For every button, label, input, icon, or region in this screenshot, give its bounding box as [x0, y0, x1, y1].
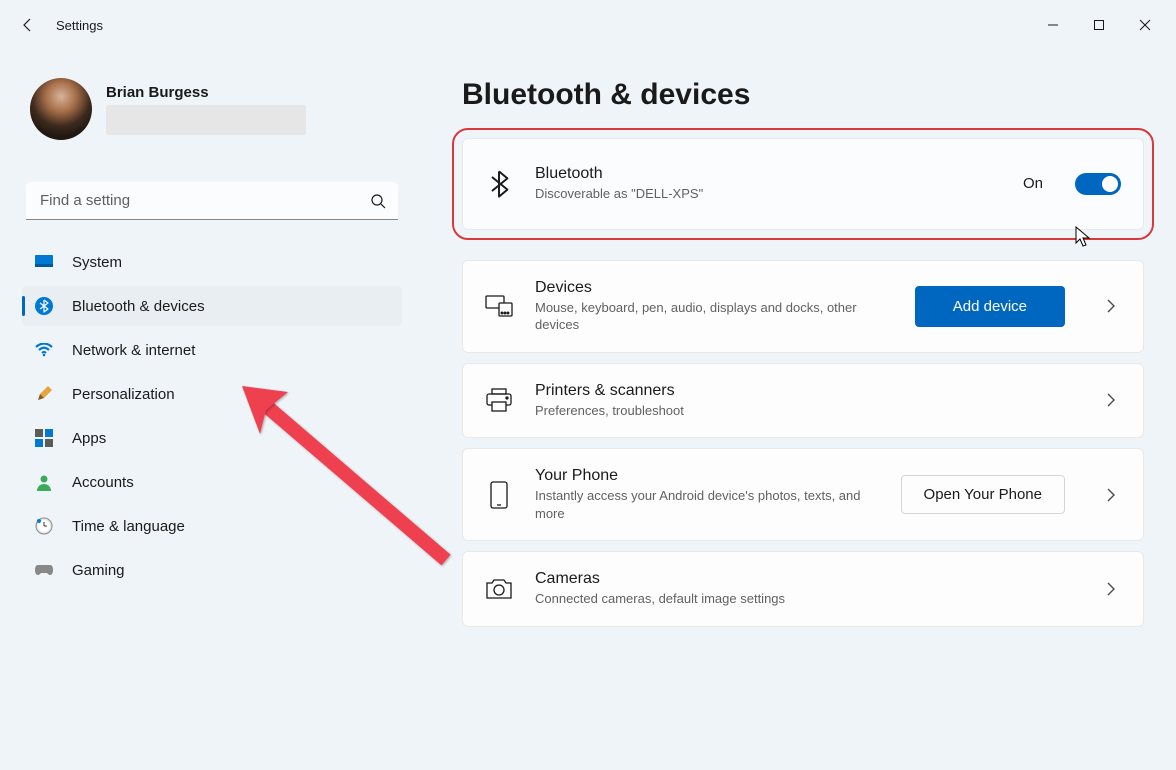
devices-icon: [485, 295, 513, 317]
sidebar-item-accounts[interactable]: Accounts: [22, 462, 402, 502]
camera-icon: [485, 578, 513, 600]
titlebar: Settings: [0, 0, 1176, 50]
card-subtitle: Discoverable as "DELL-XPS": [535, 185, 1001, 203]
avatar: [30, 78, 92, 140]
open-your-phone-button[interactable]: Open Your Phone: [901, 475, 1065, 514]
sidebar-item-apps[interactable]: Apps: [22, 418, 402, 458]
printer-icon: [485, 388, 513, 412]
sidebar-item-bluetooth[interactable]: Bluetooth & devices: [22, 286, 402, 326]
page-title: Bluetooth & devices: [462, 78, 1144, 112]
sidebar: Brian Burgess System Bluetooth & devices…: [12, 50, 412, 770]
sidebar-item-label: Gaming: [72, 562, 125, 579]
window-controls: [1030, 9, 1168, 41]
sidebar-item-personalization[interactable]: Personalization: [22, 374, 402, 414]
card-title: Cameras: [535, 570, 1065, 588]
sidebar-item-label: Bluetooth & devices: [72, 298, 205, 315]
sidebar-item-label: Network & internet: [72, 342, 195, 359]
card-subtitle: Preferences, troubleshoot: [535, 402, 1065, 420]
back-button[interactable]: [8, 5, 48, 45]
bluetooth-toggle[interactable]: [1075, 173, 1121, 195]
card-subtitle: Connected cameras, default image setting…: [535, 590, 1065, 608]
nav-list: System Bluetooth & devices Network & int…: [22, 242, 402, 590]
wifi-icon: [34, 340, 54, 360]
gamepad-icon: [34, 560, 54, 580]
chevron-right-icon: [1101, 299, 1121, 313]
close-button[interactable]: [1122, 9, 1168, 41]
sidebar-item-label: Accounts: [72, 474, 134, 491]
sidebar-item-time[interactable]: Time & language: [22, 506, 402, 546]
chevron-right-icon: [1101, 488, 1121, 502]
sidebar-item-label: System: [72, 254, 122, 271]
chevron-right-icon: [1101, 393, 1121, 407]
content-area: Bluetooth & devices Bluetooth Discoverab…: [412, 50, 1164, 770]
maximize-button[interactable]: [1076, 9, 1122, 41]
bluetooth-icon: [34, 296, 54, 316]
card-title: Devices: [535, 279, 893, 297]
arrow-left-icon: [20, 17, 36, 33]
apps-icon: [34, 428, 54, 448]
sidebar-item-network[interactable]: Network & internet: [22, 330, 402, 370]
display-icon: [34, 252, 54, 272]
card-title: Bluetooth: [535, 165, 1001, 183]
devices-card[interactable]: Devices Mouse, keyboard, pen, audio, dis…: [462, 260, 1144, 353]
card-subtitle: Instantly access your Android device's p…: [535, 487, 879, 522]
search-input[interactable]: [26, 182, 398, 220]
toggle-state-label: On: [1023, 175, 1043, 192]
bluetooth-card: Bluetooth Discoverable as "DELL-XPS" On: [462, 138, 1144, 230]
sidebar-item-label: Apps: [72, 430, 106, 447]
app-title: Settings: [56, 18, 103, 33]
sidebar-item-gaming[interactable]: Gaming: [22, 550, 402, 590]
printers-card[interactable]: Printers & scanners Preferences, trouble…: [462, 363, 1144, 439]
person-icon: [34, 472, 54, 492]
cameras-card[interactable]: Cameras Connected cameras, default image…: [462, 551, 1144, 627]
user-profile[interactable]: Brian Burgess: [22, 70, 402, 158]
card-title: Your Phone: [535, 467, 879, 485]
minimize-button[interactable]: [1030, 9, 1076, 41]
clock-icon: [34, 516, 54, 536]
user-name: Brian Burgess: [106, 84, 306, 101]
chevron-right-icon: [1101, 582, 1121, 596]
card-title: Printers & scanners: [535, 382, 1065, 400]
paintbrush-icon: [34, 384, 54, 404]
user-email-redacted: [106, 105, 306, 135]
phone-icon: [485, 481, 513, 509]
sidebar-item-system[interactable]: System: [22, 242, 402, 282]
add-device-button[interactable]: Add device: [915, 286, 1065, 327]
bluetooth-icon: [485, 170, 513, 198]
search-container: [26, 182, 398, 220]
sidebar-item-label: Time & language: [72, 518, 185, 535]
phone-card[interactable]: Your Phone Instantly access your Android…: [462, 448, 1144, 541]
sidebar-item-label: Personalization: [72, 386, 175, 403]
card-subtitle: Mouse, keyboard, pen, audio, displays an…: [535, 299, 893, 334]
